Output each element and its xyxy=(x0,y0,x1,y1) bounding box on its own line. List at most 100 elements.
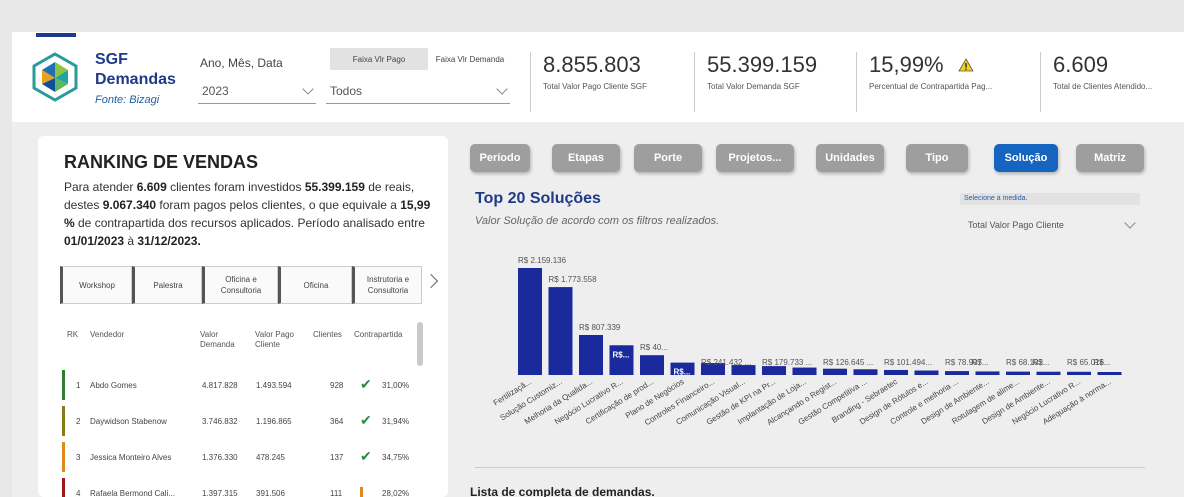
table-row[interactable]: 3 Jessica Monteiro Alves 1.376.330 478.245 1… xyxy=(62,442,422,472)
faixa-demanda-tab[interactable]: Faixa Vlr Demanda xyxy=(430,48,510,70)
cell-vendedor: Daywidson Stabenow xyxy=(90,417,167,426)
tab-workshop[interactable]: Workshop xyxy=(60,266,132,304)
data-label: R$... xyxy=(1033,358,1050,367)
cell-vendedor: Abdo Gomes xyxy=(90,381,137,390)
chart-bar[interactable] xyxy=(731,365,756,375)
tab-instrutoria-consultoria[interactable]: Instrutoria e Consultoria xyxy=(352,266,422,304)
kpi-caption: Total Valor Demanda SGF xyxy=(707,82,800,91)
chevron-down-icon xyxy=(302,82,314,95)
tab-oficina-consultoria[interactable]: Oficina e Consultoria xyxy=(202,266,278,304)
faixa-filter-select[interactable]: Todos xyxy=(326,78,510,104)
nav-button[interactable]: Período xyxy=(470,144,530,172)
chart-bar[interactable] xyxy=(792,367,817,375)
table-row[interactable]: 1 Abdo Gomes 4.817.828 1.493.594 928 31,00% ✔ xyxy=(62,370,422,400)
date-filter-value: 2023 xyxy=(202,83,229,98)
date-filter-select[interactable]: 2023 xyxy=(198,78,316,104)
kpi-caption: Total Valor Pago Cliente SGF xyxy=(543,82,647,91)
table-row[interactable]: 4 Rafaela Bermond Cali... 1.397.315 391.506… xyxy=(62,478,422,497)
cell-pago: 478.245 xyxy=(256,453,285,462)
cell-vendedor: Jessica Monteiro Alves xyxy=(90,453,172,462)
chart-bar[interactable] xyxy=(914,370,939,375)
data-label: R$ 1.773.558 xyxy=(549,275,598,284)
nav-button[interactable]: Unidades xyxy=(816,144,884,172)
sgf-logo-icon xyxy=(32,52,78,102)
lista-title: Lista de completa de demandas. xyxy=(470,485,655,497)
row-color-marker xyxy=(62,478,65,497)
cell-clientes: 111 xyxy=(330,489,343,497)
table-row[interactable]: 2 Daywidson Stabenow 3.746.832 1.196.865 364… xyxy=(62,406,422,436)
faixa-filter-value: Todos xyxy=(330,83,363,98)
cell-pago: 1.493.594 xyxy=(256,381,292,390)
date-filter-label: Ano, Mês, Data xyxy=(200,56,283,70)
data-label: R$... xyxy=(972,358,989,367)
chart-bar[interactable] xyxy=(518,268,542,375)
category-tabs: Workshop Palestra Oficina e Consultoria … xyxy=(60,266,422,304)
chart-bar[interactable] xyxy=(1067,371,1091,375)
tab-oficina[interactable]: Oficina xyxy=(278,266,352,304)
faixa-pago-tab[interactable]: Faixa Vlr Pago xyxy=(330,48,428,70)
col-valor-demanda[interactable]: Valor Demanda xyxy=(200,330,240,350)
data-label: R$ 126.645 ... xyxy=(823,358,873,367)
cell-rk: 1 xyxy=(76,381,81,390)
chart-bar[interactable] xyxy=(975,371,1000,375)
chart-bar[interactable] xyxy=(762,366,786,375)
ranking-title: RANKING DE VENDAS xyxy=(64,152,259,172)
table-scrollbar[interactable] xyxy=(417,322,423,366)
nav-button[interactable]: Solução xyxy=(994,144,1058,172)
nav-button[interactable]: Porte xyxy=(634,144,702,172)
chart-bar[interactable] xyxy=(1006,371,1030,375)
chart-bar[interactable] xyxy=(548,287,573,375)
kpi-total-demanda: 55.399.159 Total Valor Demanda SGF xyxy=(694,52,817,112)
data-label: R$ 2.159.136 xyxy=(518,256,567,265)
data-label: R$ 101.494... xyxy=(884,358,932,367)
kpi-clientes: 6.609 Total de Clientes Atendido... xyxy=(1040,52,1152,112)
cell-pct: 31,00% xyxy=(382,381,410,390)
chart-bar[interactable] xyxy=(945,371,969,375)
nav-button[interactable]: Tipo xyxy=(906,144,968,172)
measure-value: Total Valor Pago Cliente xyxy=(968,220,1064,230)
kpi-caption: Percentual de Contrapartida Pag... xyxy=(869,82,993,91)
cell-vendedor: Rafaela Bermond Cali... xyxy=(90,489,175,497)
col-rk[interactable]: RK xyxy=(67,330,78,340)
measure-label: Selecione a medida. xyxy=(960,193,1140,205)
measure-select[interactable]: Total Valor Pago Cliente xyxy=(962,214,1140,236)
cell-pago: 1.196.865 xyxy=(256,417,292,426)
nav-button[interactable]: Matriz xyxy=(1076,144,1144,172)
chart-bar[interactable] xyxy=(823,368,847,375)
chevron-down-icon xyxy=(1124,217,1136,229)
cell-demanda: 1.397.315 xyxy=(202,489,238,497)
col-clientes[interactable]: Clientes xyxy=(313,330,342,340)
nav-button[interactable]: Projetos... xyxy=(716,144,794,172)
chart-bar[interactable] xyxy=(640,355,664,375)
app-title: SGF Demandas xyxy=(95,51,176,88)
tab-palestra[interactable]: Palestra xyxy=(132,266,202,304)
cell-demanda: 3.746.832 xyxy=(202,417,238,426)
col-vendedor[interactable]: Vendedor xyxy=(90,330,124,340)
check-icon: ✔ xyxy=(360,448,372,464)
chart-bar[interactable] xyxy=(884,369,908,375)
check-icon: ✔ xyxy=(360,412,372,428)
data-label: R$... xyxy=(1094,358,1111,367)
cell-pct: 31,94% xyxy=(382,417,410,426)
kpi-value: 8.855.803 xyxy=(543,52,641,77)
col-valor-pago[interactable]: Valor Pago Cliente xyxy=(255,330,297,350)
data-label: R$... xyxy=(674,368,691,377)
solucoes-subtitle: Valor Solução de acordo com os filtros r… xyxy=(475,215,720,227)
data-label: R$... xyxy=(613,350,630,359)
cell-clientes: 928 xyxy=(330,381,344,390)
chart-bar[interactable] xyxy=(1036,371,1061,375)
data-label: R$ 179.733 ... xyxy=(762,358,812,367)
chart-bar[interactable] xyxy=(579,334,603,375)
solucoes-title: Top 20 Soluções xyxy=(475,190,601,207)
cell-rk: 3 xyxy=(76,453,81,462)
header-accent xyxy=(36,33,76,37)
chart-bar[interactable] xyxy=(853,369,878,375)
row-color-marker xyxy=(62,370,65,400)
kpi-total-pago: 8.855.803 Total Valor Pago Cliente SGF xyxy=(530,52,647,112)
chart-bar[interactable] xyxy=(1097,372,1122,375)
row-color-marker xyxy=(62,442,65,472)
nav-button[interactable]: Etapas xyxy=(552,144,620,172)
col-contrapartida[interactable]: Contrapartida xyxy=(354,330,402,340)
kpi-value: 55.399.159 xyxy=(707,52,818,77)
cell-rk: 4 xyxy=(76,489,81,497)
